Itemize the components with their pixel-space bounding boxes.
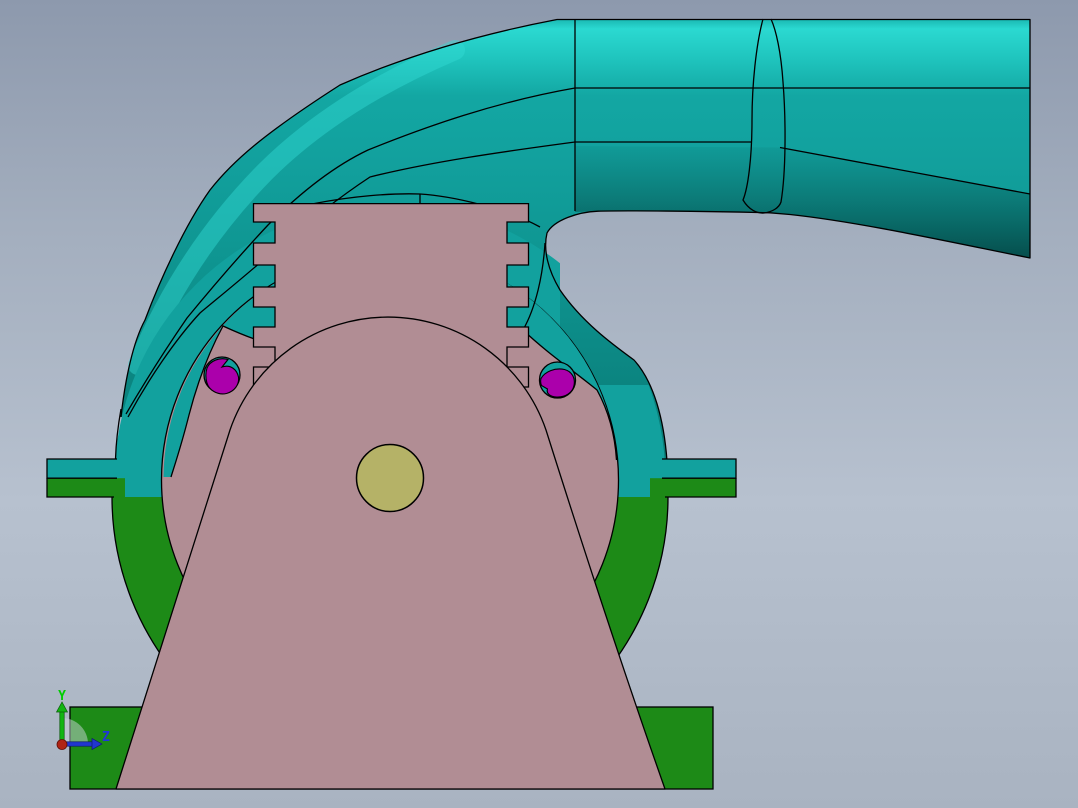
shaft-end[interactable]	[355, 443, 425, 513]
y-axis-label: Y	[58, 689, 66, 704]
bolt-hole-right[interactable]	[538, 361, 577, 399]
origin-marker	[56, 739, 68, 750]
z-axis-label: Z	[102, 730, 110, 745]
bolt-hole-left[interactable]	[203, 356, 241, 395]
split-flange-left[interactable]	[46, 458, 125, 498]
cad-viewport[interactable]: Y Z	[0, 0, 1078, 808]
split-flange-right[interactable]	[650, 458, 737, 498]
model-canvas[interactable]: Y Z	[0, 0, 1078, 808]
